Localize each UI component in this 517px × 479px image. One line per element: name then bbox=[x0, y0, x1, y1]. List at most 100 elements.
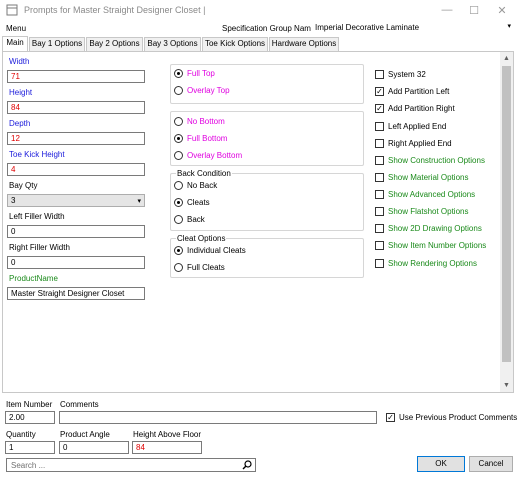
checkbox-box bbox=[375, 173, 384, 182]
individual-cleats-radio[interactable]: Individual Cleats bbox=[174, 246, 246, 255]
spec-group-value: Imperial Decorative Laminate bbox=[315, 23, 420, 32]
cleat-options-label: Cleat Options bbox=[176, 234, 227, 243]
checkbox-box bbox=[375, 156, 384, 165]
tab-bay-1-options[interactable]: Bay 1 Options bbox=[29, 37, 85, 51]
overlay-bottom-radio[interactable]: Overlay Bottom bbox=[174, 151, 242, 160]
search-input[interactable]: Search ... bbox=[6, 458, 256, 472]
checkbox-box bbox=[375, 259, 384, 268]
back-radio[interactable]: Back bbox=[174, 215, 205, 224]
scroll-up-arrow-icon[interactable]: ▲ bbox=[500, 52, 513, 65]
product-angle-field[interactable]: 0 bbox=[59, 441, 129, 454]
radio-dot bbox=[174, 181, 183, 190]
product-angle-label: Product Angle bbox=[60, 430, 110, 439]
maximize-button[interactable]: ☐ bbox=[459, 0, 489, 20]
right-applied-end-checkbox[interactable]: Right Applied End bbox=[375, 139, 452, 148]
left-applied-end-checkbox[interactable]: Left Applied End bbox=[375, 122, 446, 131]
tab-toe-kick-options[interactable]: Toe Kick Options bbox=[202, 37, 268, 51]
show-construction-options-checkbox[interactable]: Show Construction Options bbox=[375, 156, 485, 165]
window-title: Prompts for Master Straight Designer Clo… bbox=[24, 5, 206, 15]
cleat-options-group bbox=[170, 238, 364, 278]
scroll-thumb[interactable] bbox=[502, 66, 511, 362]
bay-qty-select[interactable]: 3 ▾ bbox=[7, 194, 145, 207]
no-bottom-radio[interactable]: No Bottom bbox=[174, 117, 225, 126]
depth-field[interactable]: 12 bbox=[7, 132, 145, 145]
radio-dot bbox=[174, 246, 183, 255]
ok-button[interactable]: OK bbox=[417, 456, 465, 472]
product-name-field[interactable]: Master Straight Designer Closet bbox=[7, 287, 145, 300]
tab-bay-3-options[interactable]: Bay 3 Options bbox=[144, 37, 201, 51]
tab-hardware-options[interactable]: Hardware Options bbox=[269, 37, 339, 51]
spec-group-select[interactable]: Imperial Decorative Laminate ▾ bbox=[311, 21, 513, 34]
checkmark-icon: ✓ bbox=[375, 104, 384, 113]
show-item-number-options-checkbox[interactable]: Show Item Number Options bbox=[375, 241, 486, 250]
tab-bay-2-options[interactable]: Bay 2 Options bbox=[86, 37, 143, 51]
cancel-button[interactable]: Cancel bbox=[469, 456, 513, 472]
quantity-field[interactable]: 1 bbox=[5, 441, 55, 454]
use-previous-comments-checkbox[interactable]: ✓ Use Previous Product Comments bbox=[386, 413, 517, 422]
quantity-label: Quantity bbox=[6, 430, 36, 439]
radio-dot bbox=[174, 263, 183, 272]
height-above-floor-label: Height Above Floor bbox=[133, 430, 202, 439]
back-condition-label: Back Condition bbox=[176, 169, 232, 178]
show-rendering-options-checkbox[interactable]: Show Rendering Options bbox=[375, 259, 477, 268]
height-field[interactable]: 84 bbox=[7, 101, 145, 114]
radio-dot bbox=[174, 86, 183, 95]
tab-main[interactable]: Main bbox=[2, 36, 28, 51]
radio-dot bbox=[174, 69, 183, 78]
show-flatshot-options-checkbox[interactable]: Show Flatshot Options bbox=[375, 207, 468, 216]
menu[interactable]: Menu bbox=[6, 24, 26, 33]
toe-kick-height-label: Toe Kick Height bbox=[9, 150, 65, 159]
checkbox-box bbox=[375, 139, 384, 148]
radio-dot bbox=[174, 198, 183, 207]
checkbox-box bbox=[375, 224, 384, 233]
radio-dot bbox=[174, 117, 183, 126]
radio-dot bbox=[174, 151, 183, 160]
checkbox-box bbox=[375, 241, 384, 250]
bay-qty-value: 3 bbox=[11, 196, 16, 205]
width-field[interactable]: 71 bbox=[7, 70, 145, 83]
height-label: Height bbox=[9, 88, 33, 97]
vertical-scrollbar[interactable]: ▲ ▼ bbox=[500, 52, 513, 392]
no-back-radio[interactable]: No Back bbox=[174, 181, 217, 190]
system-32-checkbox[interactable]: System 32 bbox=[375, 70, 426, 79]
left-filler-field[interactable]: 0 bbox=[7, 225, 145, 238]
checkbox-box bbox=[375, 190, 384, 199]
chevron-down-icon: ▾ bbox=[507, 23, 511, 30]
comments-field[interactable] bbox=[59, 411, 377, 424]
search-icon[interactable] bbox=[242, 460, 252, 470]
product-name-label: ProductName bbox=[9, 274, 58, 283]
show-advanced-options-checkbox[interactable]: Show Advanced Options bbox=[375, 190, 475, 199]
radio-dot bbox=[174, 215, 183, 224]
scroll-down-arrow-icon[interactable]: ▼ bbox=[500, 379, 513, 392]
left-filler-label: Left Filler Width bbox=[9, 212, 65, 221]
chevron-down-icon: ▾ bbox=[137, 198, 141, 205]
depth-label: Depth bbox=[9, 119, 31, 128]
close-button[interactable]: ✕ bbox=[487, 0, 517, 20]
full-bottom-radio[interactable]: Full Bottom bbox=[174, 134, 227, 143]
checkbox-box bbox=[375, 122, 384, 131]
app-icon bbox=[6, 4, 18, 16]
minimize-button[interactable]: — bbox=[432, 0, 462, 20]
cleats-radio[interactable]: Cleats bbox=[174, 198, 210, 207]
add-partition-right-checkbox[interactable]: ✓ Add Partition Right bbox=[375, 104, 455, 113]
checkbox-box bbox=[375, 207, 384, 216]
radio-dot bbox=[174, 134, 183, 143]
toe-kick-height-field[interactable]: 4 bbox=[7, 163, 145, 176]
right-filler-field[interactable]: 0 bbox=[7, 256, 145, 269]
checkmark-icon: ✓ bbox=[386, 413, 395, 422]
checkmark-icon: ✓ bbox=[375, 87, 384, 96]
show-2d-drawing-options-checkbox[interactable]: Show 2D Drawing Options bbox=[375, 224, 482, 233]
item-number-field[interactable]: 2.00 bbox=[5, 411, 55, 424]
full-top-radio[interactable]: Full Top bbox=[174, 69, 215, 78]
comments-label: Comments bbox=[60, 400, 99, 409]
height-above-floor-field[interactable]: 84 bbox=[132, 441, 202, 454]
checkbox-box bbox=[375, 70, 384, 79]
add-partition-left-checkbox[interactable]: ✓ Add Partition Left bbox=[375, 87, 449, 96]
width-label: Width bbox=[9, 57, 30, 66]
item-number-label: Item Number bbox=[6, 400, 53, 409]
full-cleats-radio[interactable]: Full Cleats bbox=[174, 263, 225, 272]
show-material-options-checkbox[interactable]: Show Material Options bbox=[375, 173, 468, 182]
overlay-top-radio[interactable]: Overlay Top bbox=[174, 86, 230, 95]
tab-strip: Main Bay 1 Options Bay 2 Options Bay 3 O… bbox=[2, 36, 514, 51]
search-placeholder: Search ... bbox=[11, 461, 46, 470]
